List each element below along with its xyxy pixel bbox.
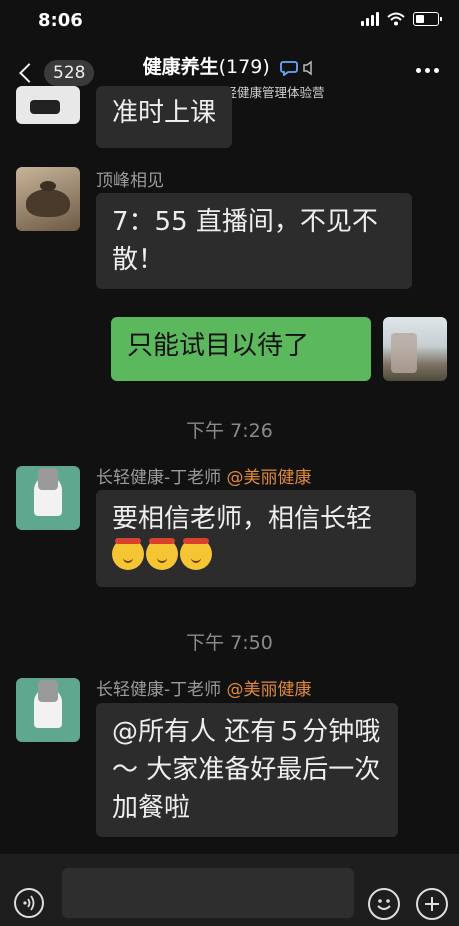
message-timestamp: 下午 7:50	[186, 632, 273, 654]
sender-name-text: 长轻健康-丁老师	[96, 680, 222, 700]
shushing-face-emoji-icon	[180, 538, 212, 570]
mention-tag[interactable]: @美丽健康	[227, 680, 312, 700]
avatar[interactable]	[16, 167, 80, 231]
chat-title: 健康养生	[142, 56, 219, 78]
avatar-self[interactable]	[383, 317, 447, 381]
voice-icon	[23, 895, 35, 911]
message-timestamp: 下午 7:26	[186, 420, 273, 442]
plus-icon	[425, 897, 439, 911]
sender-name-text: 长轻健康-丁老师	[96, 468, 222, 488]
wifi-icon	[387, 12, 405, 26]
status-icons	[361, 12, 442, 26]
sender-name: 长轻健康-丁老师 @美丽健康	[96, 675, 312, 700]
input-bar	[0, 854, 459, 926]
mention-tag[interactable]: @美丽健康	[227, 468, 312, 488]
battery-icon	[413, 12, 442, 26]
status-bar: 8:06	[0, 0, 459, 42]
sender-name: 顶峰相见	[96, 171, 164, 191]
dot-icon	[416, 68, 421, 73]
shushing-face-emoji-icon	[112, 538, 144, 570]
message-bubble-self[interactable]: 只能试目以待了	[111, 317, 371, 381]
mute-icon	[303, 60, 313, 75]
dot-icon	[425, 68, 430, 73]
avatar[interactable]	[16, 466, 80, 530]
voice-button[interactable]	[14, 888, 44, 918]
message-bubble[interactable]: 要相信老师，相信长轻	[96, 490, 416, 587]
message-bubble[interactable]: 7：55 直播间，不见不散！	[96, 193, 412, 289]
more-options-button[interactable]	[416, 68, 439, 73]
status-time: 8:06	[38, 10, 83, 31]
message-bubble[interactable]: 准时上课	[96, 86, 233, 148]
plus-button[interactable]	[416, 888, 448, 920]
group-chat-icon	[280, 60, 299, 76]
message-input[interactable]	[62, 868, 354, 918]
signal-icon	[361, 12, 379, 26]
avatar[interactable]	[16, 678, 80, 742]
shushing-face-emoji-icon	[146, 538, 178, 570]
avatar[interactable]	[16, 86, 80, 124]
message-text: 要相信老师，相信长轻	[112, 504, 373, 534]
sender-name: 长轻健康-丁老师 @美丽健康	[96, 463, 312, 488]
message-bubble[interactable]: @所有人 还有５分钟哦～ 大家准备好最后一次加餐啦	[96, 703, 398, 837]
emoji-button[interactable]	[368, 888, 400, 920]
emoji-icon	[377, 899, 391, 910]
member-count: (179)	[218, 56, 270, 78]
dot-icon	[434, 68, 439, 73]
